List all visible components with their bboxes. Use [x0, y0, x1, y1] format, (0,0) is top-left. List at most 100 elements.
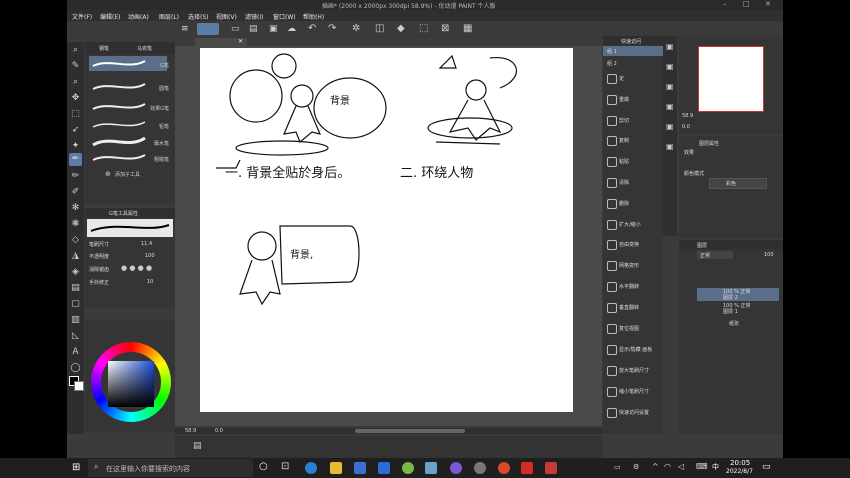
- add-sub-tool[interactable]: 添加子工具: [115, 171, 140, 178]
- antialias-options[interactable]: ● ● ● ●: [121, 264, 152, 272]
- zoom-icon[interactable]: ⌕: [69, 44, 82, 57]
- brush-item[interactable]: 蘸水笔: [89, 134, 169, 149]
- grid-icon[interactable]: ▦: [463, 23, 472, 34]
- wand-icon[interactable]: ✦: [69, 140, 82, 153]
- clear-icon[interactable]: ◫: [375, 23, 384, 34]
- layer-row[interactable]: 100 % 正常 图层 2: [697, 288, 779, 301]
- brush-item[interactable]: 粗糙笔: [89, 150, 169, 165]
- close-icon[interactable]: ✕: [765, 0, 771, 8]
- command-item[interactable]: 垂直翻转: [605, 299, 665, 317]
- text-icon[interactable]: A: [69, 346, 82, 359]
- horizontal-scrollbar[interactable]: [355, 429, 465, 433]
- task-view-icon[interactable]: ○: [259, 461, 268, 472]
- sub-color-swatch[interactable]: [74, 381, 84, 391]
- navigator-zoom[interactable]: 58.9: [682, 113, 693, 119]
- menu-file[interactable]: 文件(F): [72, 12, 92, 21]
- wps-icon[interactable]: [521, 462, 533, 474]
- panel-toggle-icon[interactable]: ▣: [666, 102, 674, 111]
- command-item[interactable]: 清除: [605, 174, 665, 192]
- explorer-icon[interactable]: [330, 462, 342, 474]
- open-file-icon[interactable]: ▤: [249, 24, 258, 34]
- stabilization-value[interactable]: 10: [147, 279, 153, 285]
- settings-icon[interactable]: [474, 462, 486, 474]
- minimize-icon[interactable]: –: [723, 0, 727, 8]
- ruler-icon[interactable]: ◺: [69, 330, 82, 343]
- blend-icon[interactable]: ◮: [69, 250, 82, 263]
- navigator-preview[interactable]: [698, 46, 764, 112]
- command-item[interactable]: 放大笔刷尺寸: [605, 362, 665, 380]
- panel-toggle-icon[interactable]: ▣: [666, 82, 674, 91]
- frame-icon[interactable]: ▥: [69, 314, 82, 327]
- airbrush-icon[interactable]: ✻: [69, 202, 82, 215]
- layer-row[interactable]: 纸张: [697, 318, 779, 331]
- eyedropper-icon[interactable]: ✎: [69, 60, 82, 73]
- app-icon[interactable]: [545, 462, 557, 474]
- tab-marker[interactable]: 马克笔: [137, 45, 152, 52]
- layer-row[interactable]: 100 % 正常 图层 1: [697, 302, 779, 315]
- input-method-icon[interactable]: ⌨: [696, 462, 708, 471]
- color-mode-select[interactable]: 彩色: [709, 178, 767, 189]
- volume-icon[interactable]: ◁: [678, 462, 684, 471]
- panel-toggle-icon[interactable]: ▣: [666, 142, 674, 151]
- fill-icon[interactable]: ◆: [397, 23, 405, 34]
- navigator-rotate[interactable]: 0.0: [682, 124, 690, 130]
- menu-animation[interactable]: 动画(A): [128, 12, 149, 21]
- command-item[interactable]: 粘贴: [605, 153, 665, 171]
- notification-icon[interactable]: ▭: [762, 462, 771, 472]
- brush-size-value[interactable]: 11.4: [141, 241, 152, 247]
- redo-icon[interactable]: ↷: [328, 23, 336, 34]
- move-icon[interactable]: ✥: [69, 92, 82, 105]
- add-tool-icon[interactable]: ⊕: [105, 170, 111, 178]
- store-icon[interactable]: [354, 462, 366, 474]
- command-item[interactable]: 扩大/缩小: [605, 216, 665, 234]
- command-item[interactable]: 定: [605, 70, 665, 88]
- command-item[interactable]: 重做: [605, 91, 665, 109]
- frame-icon-bottom[interactable]: ▤: [193, 441, 202, 451]
- paint-app-icon[interactable]: [425, 462, 437, 474]
- set-tab-1[interactable]: 组 1: [603, 46, 663, 56]
- magnifier-icon[interactable]: ⌕: [69, 76, 82, 89]
- menu-filter[interactable]: 滤镜(I): [245, 12, 263, 21]
- status-zoom[interactable]: 58.9: [185, 428, 196, 434]
- close-tab-icon[interactable]: ✕: [238, 38, 243, 45]
- menu-layer[interactable]: 图层(L): [159, 12, 179, 21]
- brush-item[interactable]: 效果G笔: [89, 99, 169, 114]
- windows-start-icon[interactable]: ⊞: [72, 462, 80, 473]
- tray-icon[interactable]: ▭: [614, 463, 621, 471]
- menu-icon[interactable]: ≡: [181, 24, 189, 34]
- layer-opacity-value[interactable]: 100: [764, 252, 774, 258]
- menu-select[interactable]: 选择(S): [188, 12, 209, 21]
- chevron-up-icon[interactable]: ^: [652, 462, 659, 471]
- mail-icon[interactable]: [378, 462, 390, 474]
- transform-icon[interactable]: ⬚: [419, 23, 428, 34]
- save-icon[interactable]: ▣: [269, 24, 278, 34]
- undo-icon[interactable]: ↶: [308, 23, 316, 34]
- canvas-paper[interactable]: 一. 背景全贴於身后。 二. 环绕人物 背景 背景,: [200, 48, 573, 412]
- panel-toggle-icon[interactable]: ▣: [666, 122, 674, 131]
- taskbar-search[interactable]: ⌕ 在这里输入你要搜索的内容: [88, 459, 253, 477]
- cloud-icon[interactable]: ☁: [287, 24, 296, 34]
- command-item[interactable]: 网格变形: [605, 257, 665, 275]
- brush-icon[interactable]: ✐: [69, 186, 82, 199]
- command-item[interactable]: 水平翻转: [605, 278, 665, 296]
- panel-toggle-icon[interactable]: ▣: [666, 42, 674, 51]
- selection-icon[interactable]: ⬚: [69, 108, 82, 121]
- edge-icon[interactable]: [305, 462, 317, 474]
- menu-view[interactable]: 视图(V): [216, 12, 237, 21]
- clock-time[interactable]: 20:05: [730, 459, 750, 467]
- saturation-square[interactable]: [108, 361, 154, 407]
- blend-mode-select[interactable]: 正常: [697, 251, 733, 259]
- command-item[interactable]: 快速访问设置: [605, 404, 665, 422]
- status-rotation[interactable]: 0.0: [215, 428, 223, 434]
- taskbar-app-icon[interactable]: ⊡: [281, 461, 289, 472]
- lasso-icon[interactable]: ➶: [69, 124, 82, 137]
- ime-indicator[interactable]: 中: [712, 462, 719, 472]
- pen-icon[interactable]: ✒: [69, 153, 82, 166]
- tab-pen[interactable]: 钢笔: [99, 45, 109, 52]
- command-item[interactable]: 缩小笔刷尺寸: [605, 383, 665, 401]
- command-item[interactable]: 复位视图: [605, 320, 665, 338]
- menu-help[interactable]: 帮助(H): [303, 12, 324, 21]
- command-item[interactable]: 显示/隐藏 画板: [605, 341, 665, 359]
- menu-edit[interactable]: 编辑(E): [100, 12, 120, 21]
- pencil-icon[interactable]: ✏: [69, 170, 82, 183]
